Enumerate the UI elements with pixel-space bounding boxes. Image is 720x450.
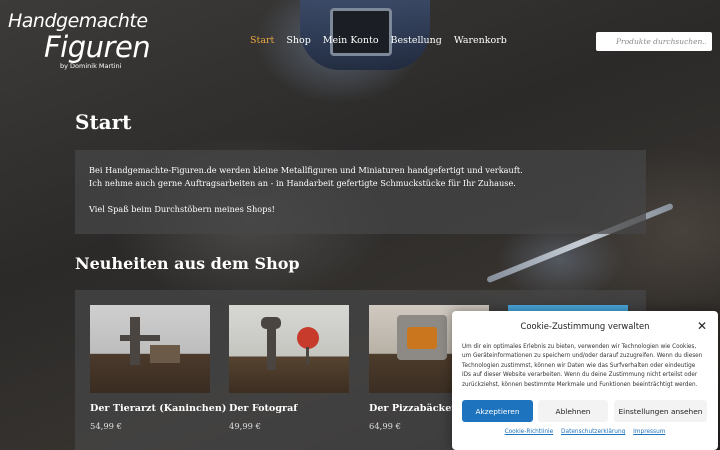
logo-text-top: Handgemachte bbox=[8, 10, 148, 32]
nav-item-shop[interactable]: Shop bbox=[286, 35, 310, 46]
product-card[interactable]: Der Tierarzt (Kaninchen) 54,99 € bbox=[90, 305, 226, 431]
product-price: 54,99 € bbox=[90, 421, 122, 431]
page-title: Start bbox=[75, 110, 132, 134]
product-card[interactable]: Der Fotograf 49,99 € bbox=[229, 305, 349, 431]
site-logo[interactable]: Handgemachte Figuren by Dominik Martini bbox=[8, 8, 151, 70]
imprint-link[interactable]: Impressum bbox=[633, 429, 665, 435]
cookie-settings-button[interactable]: Einstellungen ansehen bbox=[614, 400, 707, 422]
close-icon[interactable]: ✕ bbox=[696, 320, 708, 332]
logo-byline: by Dominik Martini bbox=[60, 62, 122, 70]
product-image[interactable] bbox=[90, 305, 210, 393]
decline-cookies-button[interactable]: Ablehnen bbox=[538, 400, 608, 422]
intro-paragraph-2: Ich nehme auch gerne Auftragsarbeiten an… bbox=[89, 178, 516, 188]
cookie-dialog-title: Cookie-Zustimmung verwalten bbox=[520, 321, 650, 331]
cookie-policy-link[interactable]: Cookie-Richtlinie bbox=[505, 429, 554, 435]
product-name[interactable]: Der Fotograf bbox=[229, 403, 349, 414]
product-price: 49,99 € bbox=[229, 421, 261, 431]
nav-item-warenkorb[interactable]: Warenkorb bbox=[454, 35, 507, 46]
new-products-heading: Neuheiten aus dem Shop bbox=[75, 254, 300, 273]
cookie-consent-dialog: Cookie-Zustimmung verwalten ✕ Um dir ein… bbox=[452, 311, 718, 450]
accept-cookies-button[interactable]: Akzeptieren bbox=[462, 400, 533, 422]
product-search-input[interactable] bbox=[596, 32, 712, 51]
logo-text-main: Figuren bbox=[44, 30, 151, 64]
nav-item-bestellung[interactable]: Bestellung bbox=[391, 35, 442, 46]
nav-item-start[interactable]: Start bbox=[250, 35, 274, 46]
nav-item-mein-konto[interactable]: Mein Konto bbox=[323, 35, 379, 46]
cookie-dialog-text: Um dir ein optimales Erlebnis zu bieten,… bbox=[462, 344, 703, 388]
product-name[interactable]: Der Tierarzt (Kaninchen) bbox=[90, 403, 226, 414]
main-navigation: Start Shop Mein Konto Bestellung Warenko… bbox=[250, 35, 507, 46]
privacy-policy-link[interactable]: Datenschutzerklärung bbox=[561, 429, 625, 435]
intro-text-box: Bei Handgemachte-Figuren.de werden klein… bbox=[75, 150, 646, 234]
helmet-visor-decoration bbox=[330, 8, 392, 56]
cookie-links: Cookie-Richtlinie Datenschutzerklärung I… bbox=[452, 429, 718, 435]
intro-paragraph-1: Bei Handgemachte-Figuren.de werden klein… bbox=[89, 165, 523, 175]
product-image[interactable] bbox=[229, 305, 349, 393]
intro-paragraph-3: Viel Spaß beim Durchstöbern meines Shops… bbox=[89, 204, 275, 214]
